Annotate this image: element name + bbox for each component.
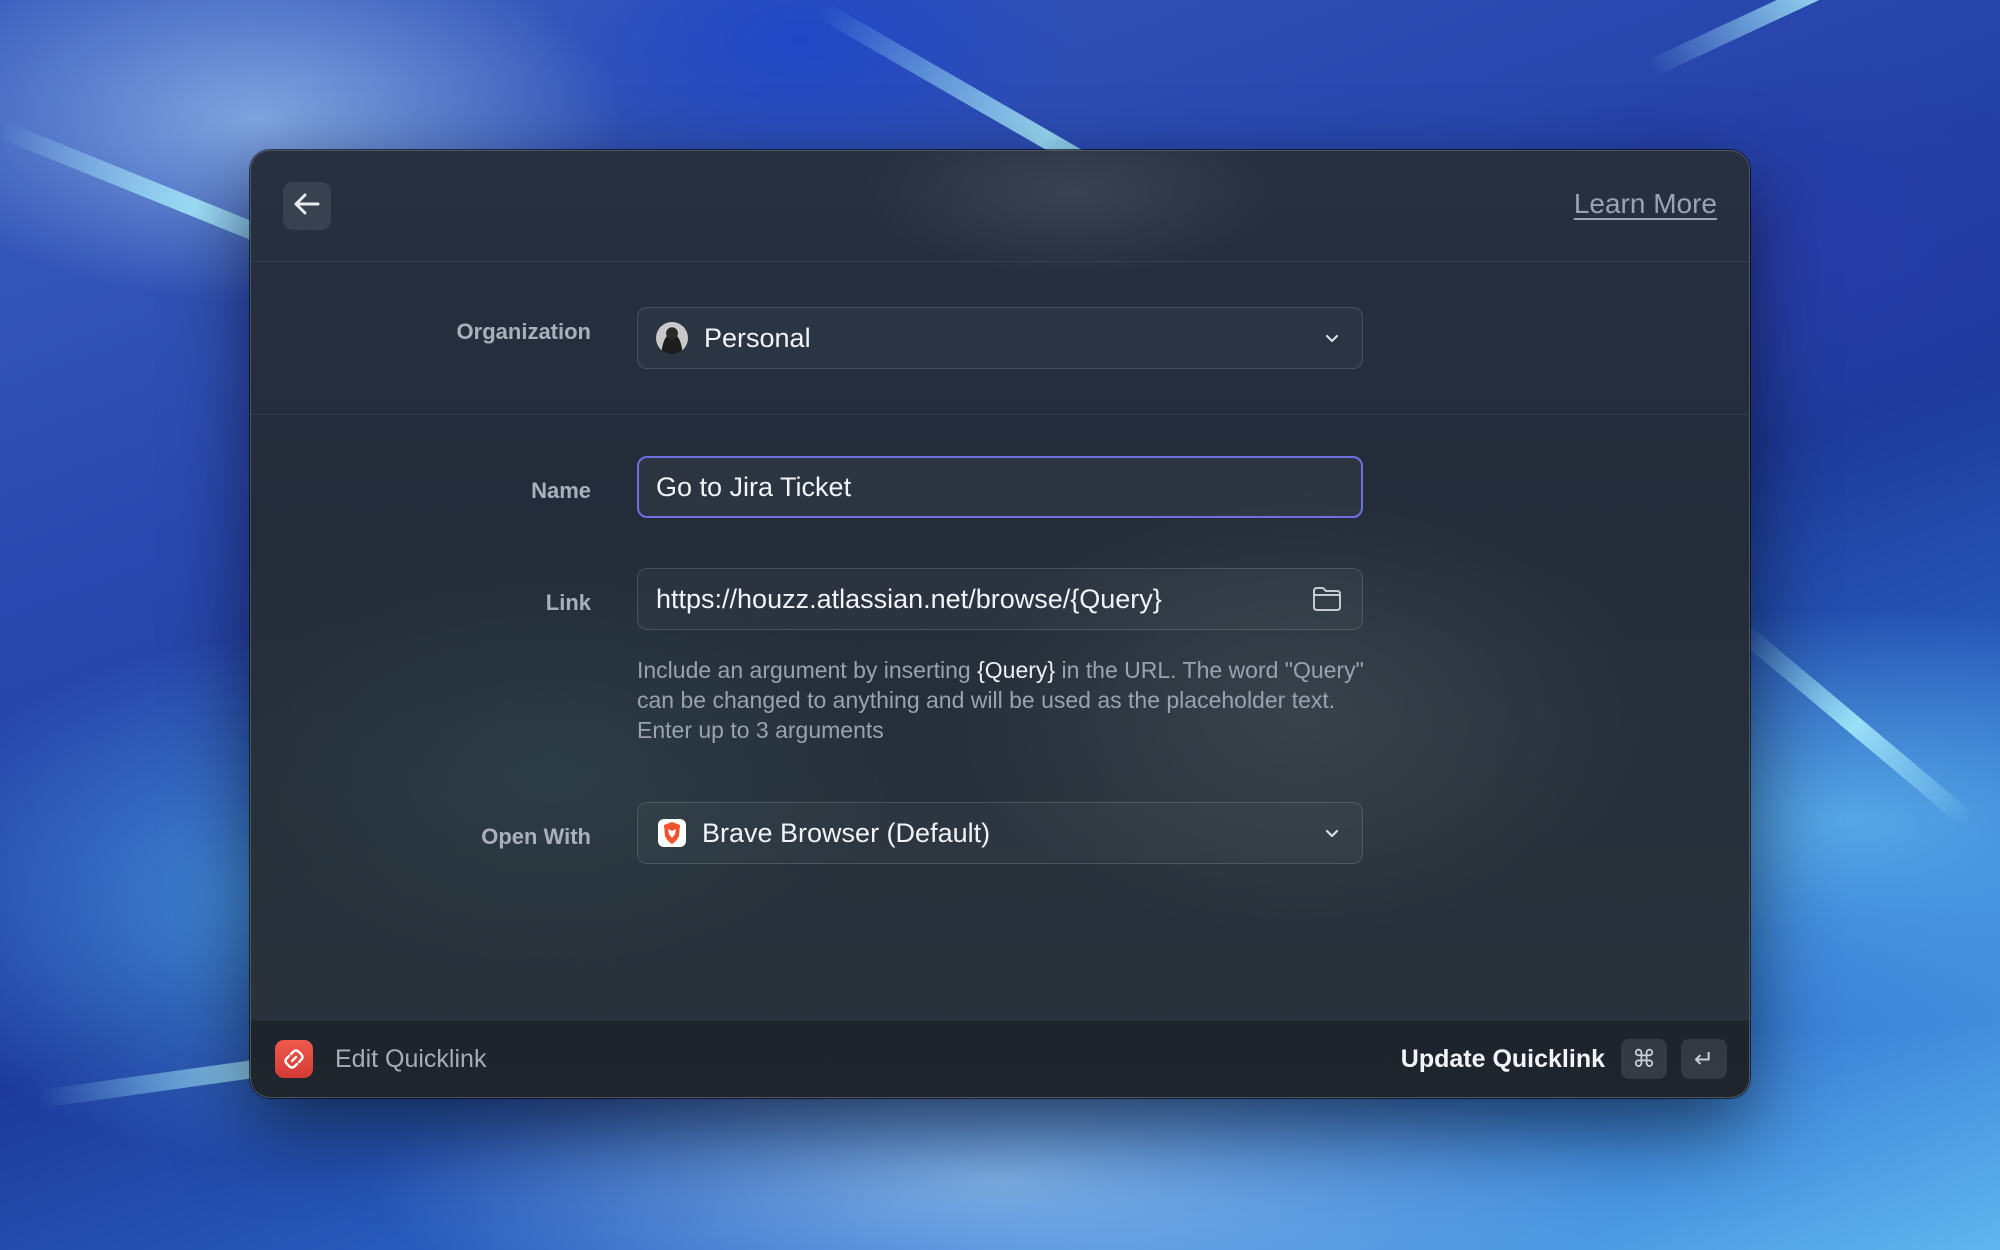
help-text-part: Include an argument by inserting xyxy=(637,657,978,683)
avatar xyxy=(656,322,688,354)
shortcut-key-command: ⌘ xyxy=(1621,1039,1667,1079)
window-header: Learn More xyxy=(251,151,1749,262)
chevron-down-icon xyxy=(1324,825,1340,846)
arrow-left-icon xyxy=(294,193,320,220)
learn-more-link[interactable]: Learn More xyxy=(1574,188,1717,220)
open-with-value: Brave Browser (Default) xyxy=(702,817,991,848)
update-quicklink-button[interactable]: Update Quicklink xyxy=(1401,1045,1605,1074)
link-input[interactable]: https://houzz.atlassian.net/browse/{Quer… xyxy=(637,568,1363,630)
link-value: https://houzz.atlassian.net/browse/{Quer… xyxy=(656,583,1162,614)
organization-value: Personal xyxy=(704,322,811,353)
link-icon xyxy=(275,1040,313,1078)
link-help-text: Include an argument by inserting {Query}… xyxy=(637,655,1377,745)
organization-section: Organization Personal xyxy=(251,262,1749,415)
desktop-wallpaper: Learn More Organization Personal Name Go… xyxy=(0,0,2000,1250)
shortcut-key-return: ↵ xyxy=(1681,1039,1727,1079)
action-bar: Edit Quicklink Update Quicklink ⌘ ↵ xyxy=(251,1020,1749,1097)
brave-browser-icon xyxy=(658,819,686,847)
quicklink-window: Learn More Organization Personal Name Go… xyxy=(250,150,1750,1098)
help-text-query-token: {Query} xyxy=(977,657,1056,683)
back-button[interactable] xyxy=(283,182,331,230)
organization-label: Organization xyxy=(456,319,591,344)
wallpaper-streak xyxy=(1734,622,1976,829)
organization-dropdown[interactable]: Personal xyxy=(637,307,1363,369)
name-label: Name xyxy=(531,478,591,503)
wallpaper-streak xyxy=(1646,0,1999,78)
open-with-dropdown[interactable]: Brave Browser (Default) xyxy=(637,802,1363,864)
name-value: Go to Jira Ticket xyxy=(656,471,852,502)
chevron-down-icon xyxy=(1324,330,1340,351)
folder-icon[interactable] xyxy=(1312,586,1342,617)
command-title: Edit Quicklink xyxy=(335,1045,487,1073)
link-label: Link xyxy=(545,590,591,615)
open-with-label: Open With xyxy=(481,824,591,849)
name-input[interactable]: Go to Jira Ticket xyxy=(637,456,1363,518)
